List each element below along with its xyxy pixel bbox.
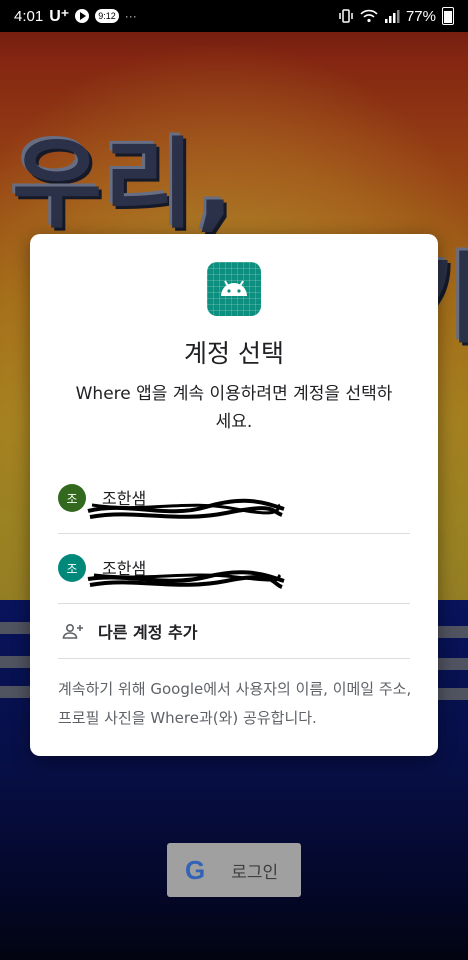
status-time: 4:01	[14, 7, 44, 25]
privacy-notice: 계속하기 위해 Google에서 사용자의 이름, 이메일 주소, 프로필 사진…	[58, 680, 412, 727]
notification-badge: 9:12	[95, 9, 119, 23]
vibrate-icon	[338, 9, 354, 23]
dialog-title: 계정 선택	[184, 339, 284, 368]
avatar: 조	[58, 554, 86, 582]
account-item[interactable]: 조 조한샘	[30, 534, 438, 602]
more-notifications-icon: ···	[124, 9, 137, 23]
carrier-label: U⁺	[49, 8, 70, 25]
divider	[58, 658, 410, 659]
signal-icon	[384, 9, 400, 23]
media-play-icon	[75, 9, 90, 23]
account-chooser-dialog: 계정 선택 Where 앱을 계속 이용하려면 계정을 선택하세요. 조 조한샘…	[30, 234, 438, 756]
account-item[interactable]: 조 조한샘	[30, 464, 438, 532]
battery-icon	[442, 7, 454, 25]
avatar: 조	[58, 484, 86, 512]
battery-percent: 77%	[405, 7, 436, 25]
add-person-icon	[62, 622, 84, 640]
account-name: 조한샘	[102, 489, 147, 508]
add-account-label: 다른 계정 추가	[98, 623, 198, 642]
status-bar: 4:01 U⁺ 9:12 ··· 77%	[0, 0, 468, 32]
wifi-icon	[360, 9, 378, 23]
add-account-button[interactable]: 다른 계정 추가	[30, 604, 438, 658]
account-name: 조한샘	[102, 559, 147, 578]
dialog-subtitle: Where 앱을 계속 이용하려면 계정을 선택하세요.	[75, 384, 393, 432]
android-app-icon	[207, 262, 261, 316]
